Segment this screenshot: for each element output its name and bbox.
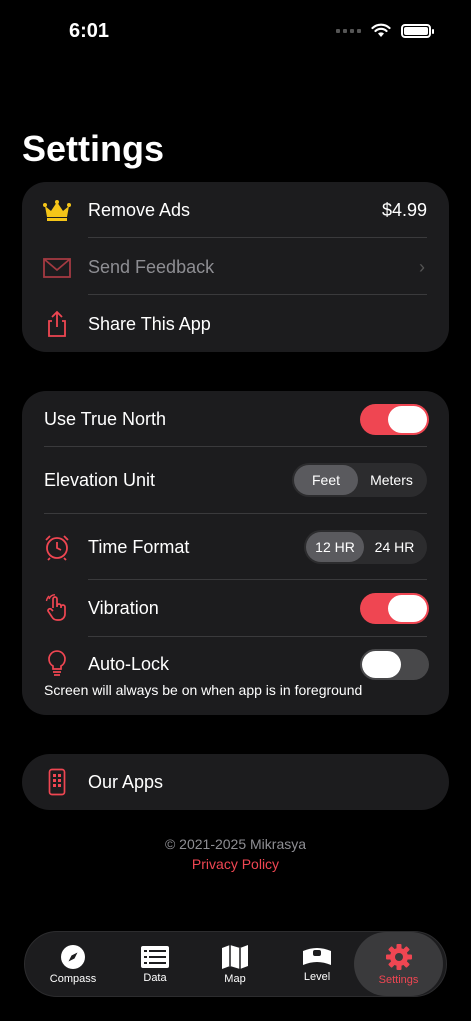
elevation-unit-label: Elevation Unit (44, 469, 156, 490)
true-north-toggle[interactable] (360, 403, 429, 435)
phone-apps-icon (42, 767, 72, 797)
divider (88, 636, 427, 637)
elevation-feet-option[interactable]: Feet (294, 465, 358, 495)
auto-lock-note: Screen will always be on when app is in … (44, 682, 363, 698)
alarm-clock-icon (42, 532, 72, 562)
tab-compass-label: Compass (49, 972, 97, 985)
time-format-row: Time Format 12 HR 24 HR (22, 514, 449, 580)
page-title: Settings (22, 128, 165, 169)
chevron-right-icon: › (419, 257, 425, 277)
share-app-row[interactable]: Share This App (22, 296, 449, 352)
crown-icon (42, 196, 72, 226)
time-format-segmented: 12 HR 24 HR (304, 530, 427, 564)
preferences-card: Use True North Elevation Unit Feet Meter… (22, 391, 449, 715)
privacy-policy-link[interactable]: Privacy Policy (0, 856, 471, 872)
tap-hand-icon (42, 593, 72, 623)
tab-level[interactable]: Level (277, 932, 357, 996)
battery-icon (401, 23, 434, 38)
tab-map-label: Map (224, 972, 246, 985)
level-icon (303, 947, 331, 965)
envelope-icon (42, 253, 72, 283)
wifi-icon (371, 23, 391, 37)
lightbulb-icon (42, 649, 72, 679)
auto-lock-row: Auto-Lock (22, 648, 449, 680)
tab-compass[interactable]: Compass (29, 932, 117, 996)
divider (88, 237, 427, 238)
tab-data[interactable]: Data (117, 932, 193, 996)
tab-bar: Compass Data Map Level Settings (24, 931, 447, 997)
time-24hr-option[interactable]: 24 HR (364, 532, 425, 562)
elevation-unit-row: Elevation Unit Feet Meters (22, 447, 449, 513)
tab-level-label: Level (303, 970, 331, 983)
tab-settings-label: Settings (378, 973, 419, 986)
copyright-text: © 2021-2025 Mikrasya (164, 836, 307, 852)
purchase-share-card: Remove Ads $4.99 Send Feedback › Share T… (22, 182, 449, 352)
tab-map[interactable]: Map (193, 932, 277, 996)
map-icon (222, 944, 248, 969)
vibration-toggle[interactable] (360, 592, 429, 624)
tab-data-label: Data (143, 971, 167, 984)
true-north-row: Use True North (22, 391, 449, 447)
our-apps-row[interactable]: Our Apps (22, 754, 449, 810)
time-format-label: Time Format (88, 536, 190, 557)
share-app-label: Share This App (88, 313, 211, 334)
remove-ads-price: $4.99 (381, 200, 427, 220)
remove-ads-label: Remove Ads (88, 200, 191, 220)
our-apps-label: Our Apps (88, 771, 164, 792)
elevation-meters-option[interactable]: Meters (358, 465, 425, 495)
gear-icon (385, 943, 412, 970)
share-icon (42, 309, 72, 339)
time-12hr-option[interactable]: 12 HR (306, 532, 364, 562)
vibration-label: Vibration (88, 597, 159, 618)
cellular-signal-icon (336, 28, 361, 33)
elevation-unit-segmented: Feet Meters (292, 463, 427, 497)
our-apps-card[interactable]: Our Apps (22, 754, 449, 810)
compass-icon (61, 944, 85, 969)
divider (88, 294, 427, 295)
remove-ads-row[interactable]: Remove Ads $4.99 (22, 182, 449, 239)
vibration-row: Vibration (22, 580, 449, 636)
data-list-icon (141, 945, 169, 968)
status-icons (336, 23, 434, 38)
status-bar: 6:01 (0, 0, 471, 60)
tab-settings[interactable]: Settings (354, 932, 443, 996)
true-north-label: Use True North (44, 408, 167, 429)
auto-lock-label: Auto-Lock (88, 653, 170, 674)
send-feedback-row[interactable]: Send Feedback › (22, 239, 449, 296)
send-feedback-label: Send Feedback (88, 257, 215, 277)
auto-lock-toggle[interactable] (360, 648, 429, 680)
status-time: 6:01 (69, 20, 110, 42)
